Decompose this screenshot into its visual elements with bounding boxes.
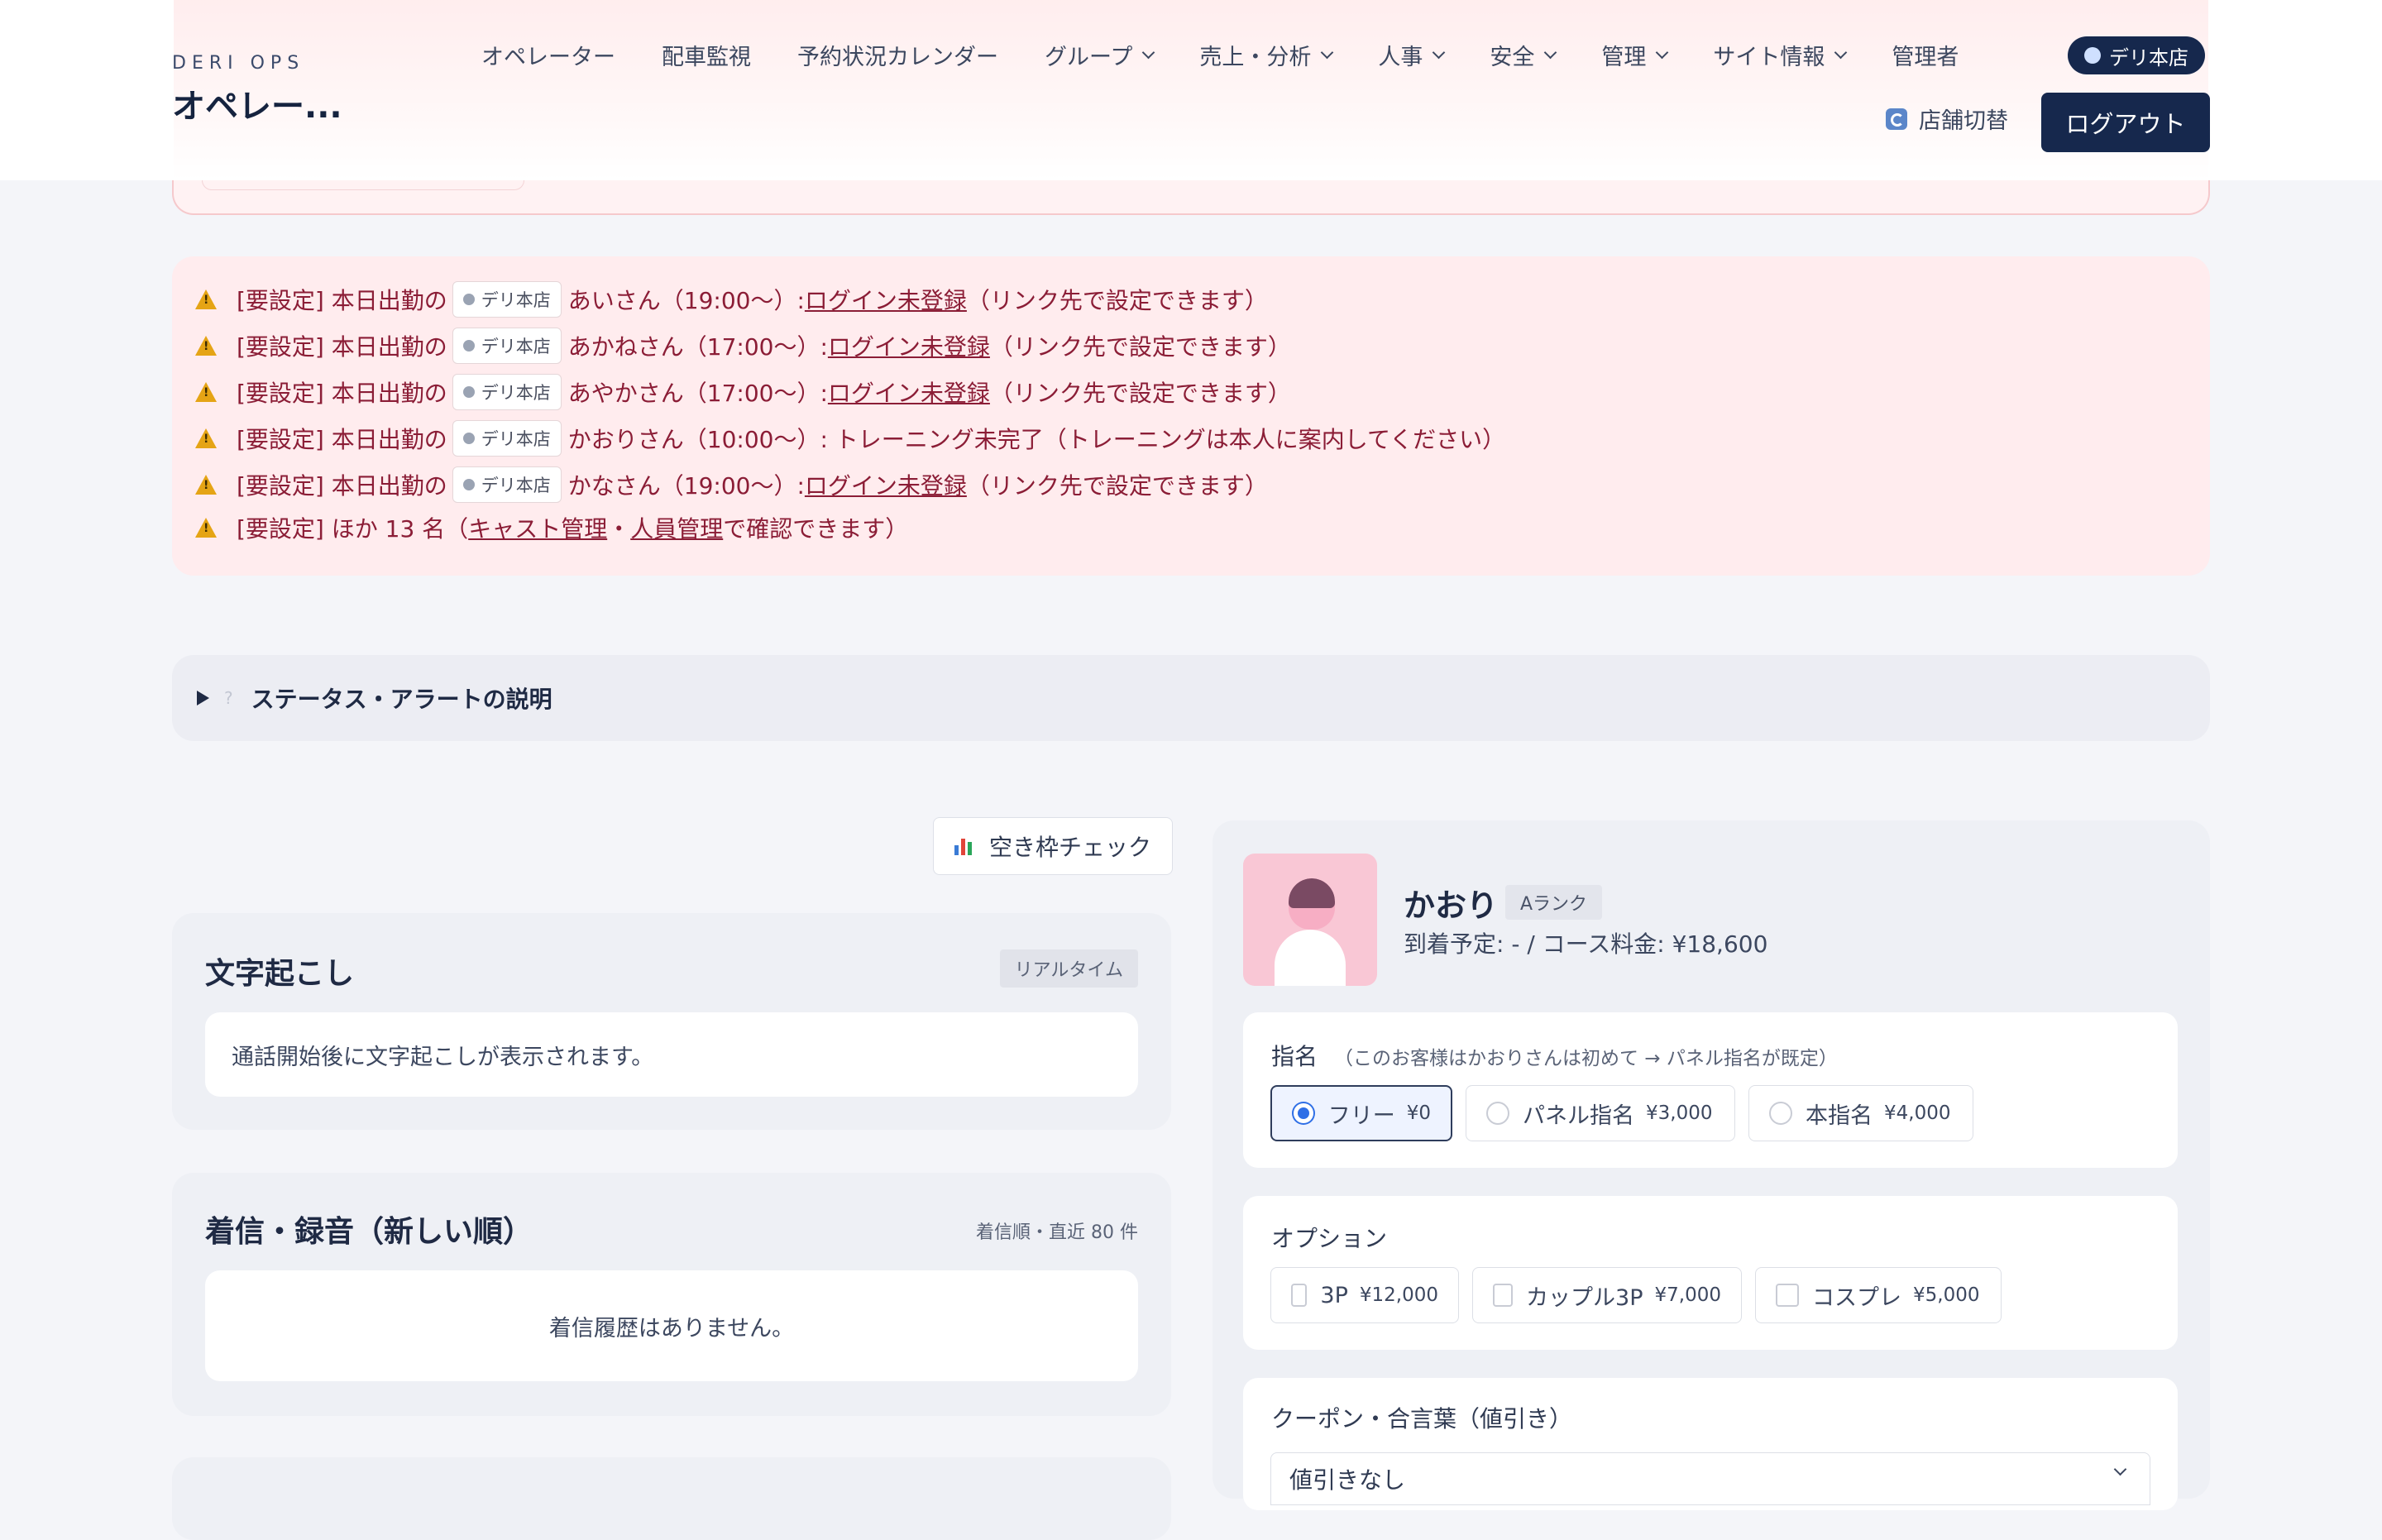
chevron-down-icon (2113, 1462, 2127, 1476)
nav-item-hr[interactable]: 人事 (1378, 39, 1446, 71)
nav-item-safety[interactable]: 安全 (1490, 39, 1557, 71)
top-header: DERI OPS オペレー... オペレーター 配車監視 予約状況カレンダー グ… (0, 0, 2382, 180)
nav-item-group[interactable]: グループ (1045, 39, 1155, 71)
chevron-down-icon (1142, 45, 1155, 59)
radio-selected (1292, 1102, 1315, 1125)
store-tag: デリ本店 (452, 420, 562, 457)
expand-triangle-icon (197, 691, 209, 705)
chevron-down-icon (1544, 45, 1557, 59)
warning-icon (195, 475, 217, 495)
login-unregistered-link[interactable]: ログイン未登録 (805, 468, 967, 501)
nav-item-sales[interactable]: 売上・分析 (1199, 39, 1334, 71)
chevron-down-icon (1433, 45, 1446, 59)
current-store-pill[interactable]: デリ本店 (2068, 36, 2205, 74)
coupon-select[interactable]: 値引きなし (1270, 1452, 2150, 1505)
warning-icon (195, 289, 217, 309)
calls-empty: 着信履歴はありません。 (205, 1270, 1138, 1381)
dot-icon (462, 479, 475, 490)
store-icon (2084, 47, 2101, 64)
radio-unselected (1486, 1102, 1509, 1125)
cast-info: 到着予定: - / コース料金: ¥18,600 (1404, 930, 1768, 958)
cast-avatar (1243, 854, 1377, 986)
store-tag: デリ本店 (452, 466, 562, 503)
warning-icon (195, 428, 217, 448)
dot-icon (462, 433, 475, 444)
login-unregistered-link[interactable]: ログイン未登録 (828, 375, 990, 409)
nomination-panel-option[interactable]: パネル指名 ¥3,000 (1466, 1085, 1735, 1141)
nomination-title: 指名 （このお客様はかおりさんは初めて → パネル指名が既定） (1271, 1043, 1838, 1070)
dot-icon (462, 294, 475, 305)
checkbox (1493, 1284, 1514, 1307)
option-couple-3p-checkbox[interactable]: カップル3P ¥7,000 (1472, 1267, 1742, 1323)
options-title: オプション (1271, 1225, 1388, 1252)
staff-management-link[interactable]: 人員管理 (630, 511, 723, 544)
warning-icon (195, 336, 217, 356)
next-panel (172, 1457, 1171, 1540)
nomination-main-option[interactable]: 本指名 ¥4,000 (1748, 1085, 1973, 1141)
nav-item-site-info[interactable]: サイト情報 (1713, 39, 1848, 71)
calls-panel: 着信・録音（新しい順） 着信順・直近 80 件 着信履歴はありません。 (172, 1173, 1171, 1416)
help-icon: ? (224, 688, 233, 708)
nav-item-dispatch[interactable]: 配車監視 (662, 39, 751, 71)
header-background-glow (174, 0, 2208, 180)
nomination-free-option[interactable]: フリー ¥0 (1270, 1085, 1452, 1141)
chevron-down-icon (1834, 45, 1848, 59)
refresh-icon (1886, 108, 1907, 130)
coupon-title: クーポン・合言葉（値引き） (1271, 1405, 1573, 1432)
alert-item: [要設定] 本日出勤の デリ本店 あやかさん（17:00〜）: ログイン未登録 … (195, 372, 1291, 412)
status-alert-explanation-toggle[interactable]: ? ステータス・アラートの説明 (172, 655, 2210, 741)
store-tag: デリ本店 (452, 328, 562, 364)
radio-unselected (1769, 1102, 1792, 1125)
chevron-down-icon (1656, 45, 1669, 59)
bar-chart-icon (954, 837, 974, 855)
brand-kicker: DERI OPS (172, 53, 305, 74)
option-3p-checkbox[interactable]: 3P ¥12,000 (1270, 1267, 1459, 1323)
rank-badge: Aランク (1505, 885, 1603, 920)
checkbox (1776, 1284, 1799, 1307)
alert-item: [要設定] 本日出勤の デリ本店 かなさん（19:00〜）: ログイン未登録 （… (195, 465, 1268, 505)
accordion-label: ステータス・アラートの説明 (251, 686, 552, 713)
nav-item-administrator[interactable]: 管理者 (1892, 39, 1959, 71)
brand-title[interactable]: オペレー... (172, 79, 342, 127)
store-tag: デリ本店 (452, 281, 562, 318)
main-nav: オペレーター 配車監視 予約状況カレンダー グループ 売上・分析 人事 安全 管… (481, 36, 2005, 73)
checkbox (1291, 1284, 1308, 1307)
option-cosplay-checkbox[interactable]: コスプレ ¥5,000 (1755, 1267, 2002, 1323)
transcript-title: 文字起こし (205, 957, 355, 991)
warning-icon (195, 518, 217, 538)
nav-item-operator[interactable]: オペレーター (481, 39, 615, 71)
realtime-badge: リアルタイム (999, 949, 1138, 988)
cast-management-link[interactable]: キャスト管理 (468, 511, 607, 544)
alert-item-more: [要設定] ほか 13 名（ キャスト管理 ・ 人員管理 で確認できます） (195, 508, 908, 548)
dot-icon (462, 340, 475, 352)
cast-name: かおり (1404, 887, 1499, 924)
store-switch-button[interactable]: 店舗切替 (1886, 103, 2008, 135)
login-unregistered-link[interactable]: ログイン未登録 (805, 283, 967, 316)
transcript-panel: 文字起こし リアルタイム 通話開始後に文字起こしが表示されます。 (172, 913, 1171, 1130)
warning-icon (195, 382, 217, 402)
calls-title: 着信・録音（新しい順） (205, 1215, 533, 1249)
store-tag: デリ本店 (452, 374, 562, 410)
nav-item-calendar[interactable]: 予約状況カレンダー (797, 39, 998, 71)
login-unregistered-link[interactable]: ログイン未登録 (828, 329, 990, 362)
logout-button[interactable]: ログアウト (2041, 93, 2210, 152)
availability-check-button[interactable]: 空き枠チェック (933, 817, 1173, 875)
alert-item: [要設定] 本日出勤の デリ本店 あかねさん（17:00〜）: ログイン未登録 … (195, 326, 1291, 366)
nav-item-admin[interactable]: 管理 (1601, 39, 1669, 71)
transcript-empty: 通話開始後に文字起こしが表示されます。 (205, 1012, 1138, 1097)
alert-item: [要設定] 本日出勤の デリ本店 あいさん（19:00〜）: ログイン未登録 （… (195, 280, 1268, 319)
chevron-down-icon (1321, 45, 1334, 59)
calls-note: 着信順・直近 80 件 (976, 1222, 1138, 1243)
alert-item: [要設定] 本日出勤の デリ本店 かおりさん（10:00〜）: トレーニング未完… (195, 418, 1505, 458)
dot-icon (462, 386, 475, 398)
